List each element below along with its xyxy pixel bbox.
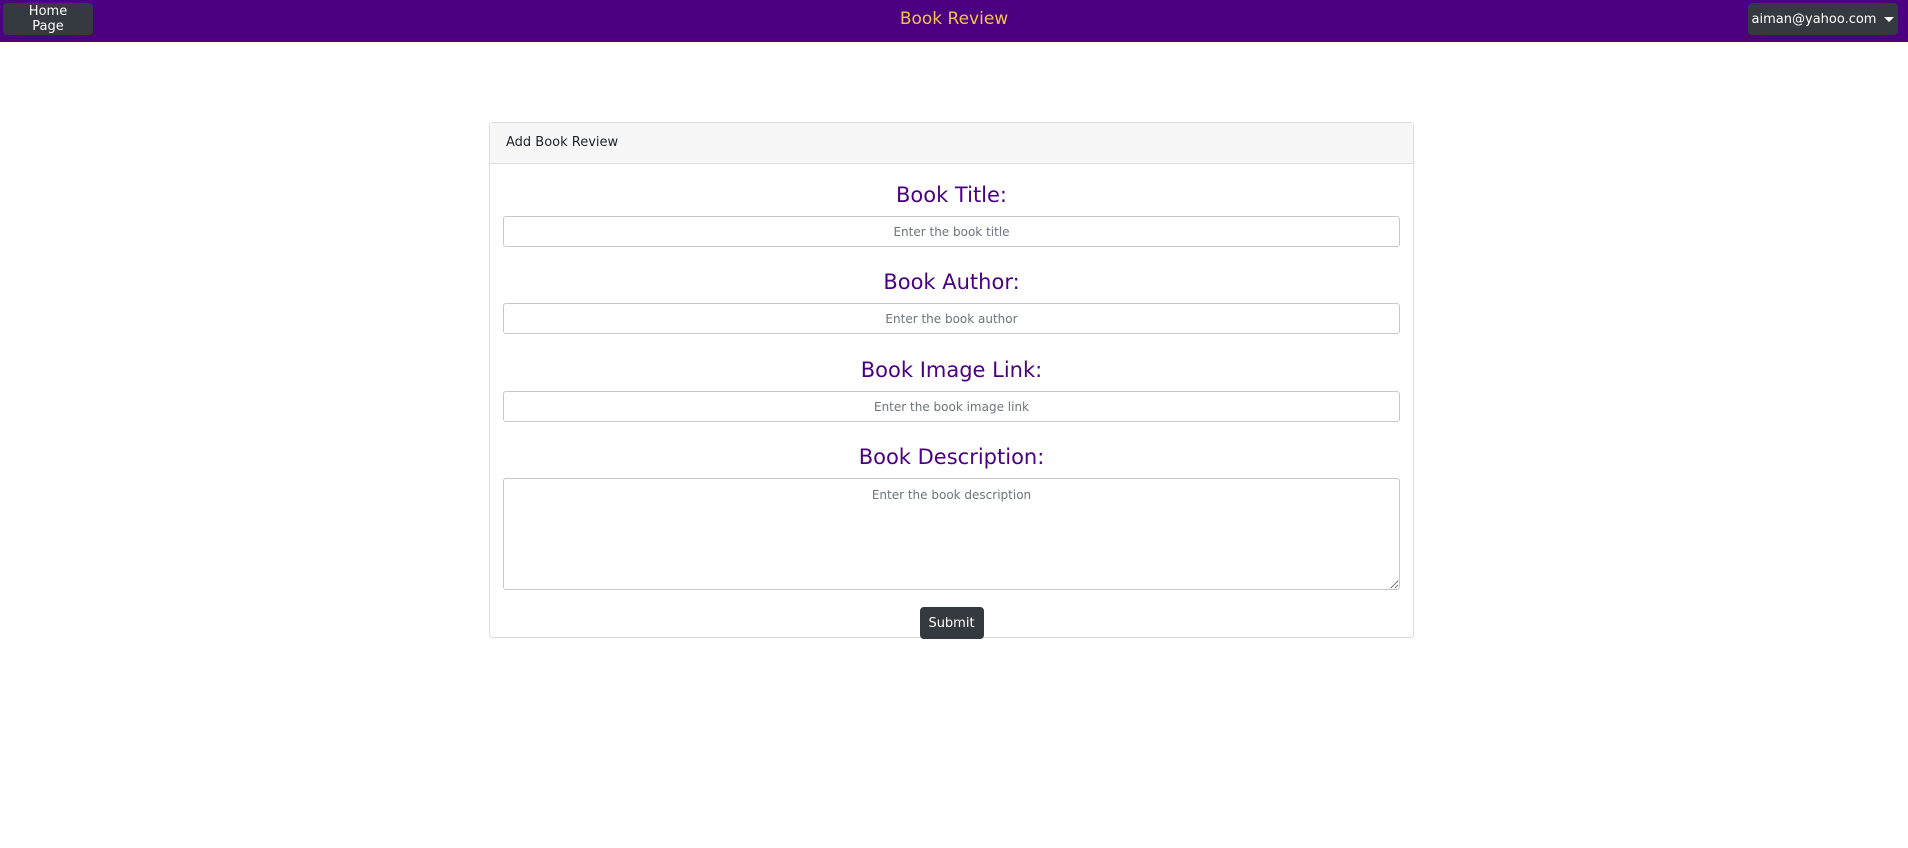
book-author-label: Book Author: xyxy=(883,270,1020,294)
brand-title-text[interactable]: Book Review xyxy=(900,9,1008,29)
book-image-link-label: Book Image Link: xyxy=(860,358,1043,382)
book-image-link-input[interactable] xyxy=(503,391,1400,422)
review-form: Book Title: Book Author: Book Image Link… xyxy=(490,164,1413,639)
user-dropdown-button[interactable]: aiman@yahoo.com xyxy=(1748,3,1898,35)
user-email: aiman@yahoo.com xyxy=(1751,11,1877,27)
home-page-button[interactable]: Home Page xyxy=(3,3,93,35)
book-title-input[interactable] xyxy=(503,216,1400,247)
add-review-card: Add Book Review Book Title: Book Author:… xyxy=(489,122,1414,639)
book-description-label: Book Description: xyxy=(858,445,1045,469)
book-title-label: Book Title: xyxy=(895,183,1008,207)
submit-button[interactable]: Submit xyxy=(919,607,984,639)
navbar: Home Page Book Review aiman@yahoo.com xyxy=(0,0,1908,42)
brand-title: Book Review xyxy=(0,0,1908,38)
caret-down-icon xyxy=(1884,16,1895,22)
book-description-textarea[interactable] xyxy=(503,478,1400,590)
card-header: Add Book Review xyxy=(490,123,1413,164)
book-author-input[interactable] xyxy=(503,303,1400,334)
